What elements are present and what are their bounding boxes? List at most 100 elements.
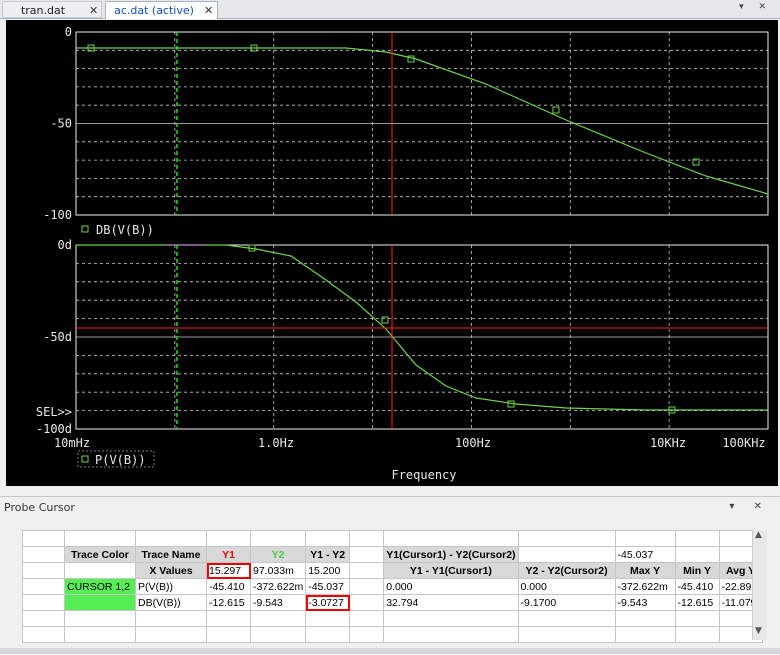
table-cell[interactable] — [22, 610, 65, 627]
table-cell[interactable]: -372.622m — [614, 578, 676, 595]
table-cell[interactable]: Y2 - Y2(Cursor2) — [517, 562, 616, 579]
table-cell[interactable] — [349, 546, 385, 563]
table-cell[interactable] — [614, 530, 676, 547]
table-cell[interactable]: 97.033m — [249, 562, 307, 579]
table-cell[interactable] — [64, 626, 136, 643]
table-cell[interactable] — [349, 610, 385, 627]
table-cell[interactable] — [22, 594, 65, 611]
table-cell[interactable] — [22, 546, 65, 563]
x-tick-label: 100Hz — [455, 436, 491, 450]
top-legend-label: DB(V(B)) — [96, 223, 154, 237]
table-cell[interactable] — [64, 610, 136, 627]
sel-label: SEL>> — [36, 405, 72, 419]
y-tick-label: -50 — [50, 117, 72, 131]
scroll-up-icon[interactable]: ▲ — [755, 530, 762, 540]
table-row — [22, 530, 763, 547]
panel-controls[interactable]: ▾ ✕ — [729, 501, 770, 512]
table-cell[interactable] — [64, 562, 136, 579]
table-cell[interactable] — [206, 626, 251, 643]
table-cell[interactable]: -45.037 — [614, 546, 676, 563]
table-cell[interactable]: Y1 - Y2 — [305, 546, 351, 563]
table-cell[interactable] — [135, 610, 207, 627]
vertical-scrollbar[interactable]: ▲ ▼ — [752, 530, 767, 640]
table-cell[interactable]: X Values — [135, 562, 207, 579]
table-cell[interactable]: 0.000 — [517, 578, 616, 595]
table-cell[interactable] — [305, 530, 351, 547]
table-cell[interactable] — [305, 610, 351, 627]
table-cell[interactable] — [674, 626, 720, 643]
plot-labels: 0 -50 -100 DB(V(B)) 0d -50d -100d SEL>> 10mHz 1.0… — [36, 25, 766, 482]
table-cell[interactable]: -3.0727 — [305, 594, 351, 611]
x-tick-label: 1.0Hz — [258, 436, 294, 450]
table-cell[interactable] — [383, 610, 519, 627]
table-cell[interactable] — [674, 610, 720, 627]
table-cell[interactable]: DB(V(B)) — [135, 594, 207, 611]
table-cell[interactable]: 32.794 — [383, 594, 519, 611]
tab-tran-dat[interactable]: tran.dat ✕ — [2, 1, 102, 18]
table-cell[interactable]: -45.037 — [305, 578, 351, 595]
table-cell[interactable]: 15.200 — [305, 562, 351, 579]
table-cell[interactable]: -45.410 — [206, 578, 251, 595]
table-cell[interactable]: Trace Name — [135, 546, 207, 563]
table-cell[interactable] — [383, 626, 519, 643]
table-cell[interactable]: Trace Color — [64, 546, 136, 563]
table-cell[interactable]: -9.543 — [249, 594, 307, 611]
db-trace — [76, 47, 769, 195]
table-cell[interactable] — [517, 546, 616, 563]
table-cell[interactable]: Max Y — [614, 562, 676, 579]
scroll-down-icon[interactable]: ▼ — [755, 626, 762, 636]
table-cell[interactable] — [674, 530, 720, 547]
table-cell[interactable]: CURSOR 1,2 — [64, 578, 136, 595]
table-cell[interactable] — [674, 546, 720, 563]
table-cell[interactable]: Y2 — [249, 546, 307, 563]
table-cell[interactable]: Min Y — [674, 562, 720, 579]
table-cell[interactable] — [249, 626, 307, 643]
table-cell[interactable] — [206, 610, 251, 627]
table-cell[interactable]: Y1(Cursor1) - Y2(Cursor2) — [383, 546, 519, 563]
table-cell[interactable]: -12.615 — [674, 594, 720, 611]
table-cell[interactable] — [64, 530, 136, 547]
table-cell[interactable] — [22, 626, 65, 643]
table-cell[interactable]: Y1 - Y1(Cursor1) — [383, 562, 519, 579]
table-cell[interactable] — [614, 610, 676, 627]
table-cell[interactable] — [206, 530, 251, 547]
table-cell[interactable]: -372.622m — [249, 578, 307, 595]
table-cell[interactable] — [349, 594, 385, 611]
table-cell[interactable] — [22, 562, 65, 579]
table-cell[interactable]: -9.543 — [614, 594, 676, 611]
table-cell[interactable] — [64, 594, 136, 611]
table-cell[interactable] — [305, 626, 351, 643]
table-cell[interactable] — [349, 530, 385, 547]
table-row: CURSOR 1,2 P(V(B)) -45.410 -372.622m -45.037… — [22, 578, 763, 595]
table-cell[interactable]: -12.615 — [206, 594, 251, 611]
close-icon[interactable]: ✕ — [89, 2, 98, 19]
probe-table: Trace Color Trace Name Y1 Y2 Y1 - Y2 Y1(Curso… — [22, 530, 763, 643]
tab-ac-dat[interactable]: ac.dat (active) ✕ — [105, 1, 218, 19]
table-cell[interactable] — [22, 530, 65, 547]
table-cell[interactable] — [349, 562, 385, 579]
table-cell[interactable] — [517, 610, 616, 627]
y-tick-label: 0d — [58, 238, 72, 252]
probe-cursor-panel: Probe Cursor ▾ ✕ Trace Color Trace Name Y1… — [0, 496, 780, 655]
table-cell[interactable]: 15.297 — [206, 562, 251, 579]
table-cell[interactable] — [249, 610, 307, 627]
table-cell[interactable] — [517, 530, 616, 547]
table-cell[interactable] — [22, 578, 65, 595]
table-cell[interactable] — [135, 626, 207, 643]
table-row — [22, 610, 763, 627]
table-cell[interactable] — [249, 530, 307, 547]
table-cell[interactable] — [349, 578, 385, 595]
table-cell[interactable]: P(V(B)) — [135, 578, 207, 595]
close-icon[interactable]: ✕ — [204, 2, 213, 19]
table-cell[interactable]: Y1 — [206, 546, 251, 563]
table-cell[interactable] — [614, 626, 676, 643]
table-cell[interactable]: -9.1700 — [517, 594, 616, 611]
table-cell[interactable] — [517, 626, 616, 643]
table-cell[interactable] — [349, 626, 385, 643]
table-cell[interactable] — [135, 530, 207, 547]
table-cell[interactable] — [383, 530, 519, 547]
plot-window[interactable]: 0 -50 -100 DB(V(B)) 0d -50d -100d SEL>> 10mHz 1.0… — [6, 20, 778, 486]
table-cell[interactable]: -45.410 — [674, 578, 720, 595]
window-controls[interactable]: ▾ ✕ — [739, 2, 772, 12]
table-cell[interactable]: 0.000 — [383, 578, 519, 595]
